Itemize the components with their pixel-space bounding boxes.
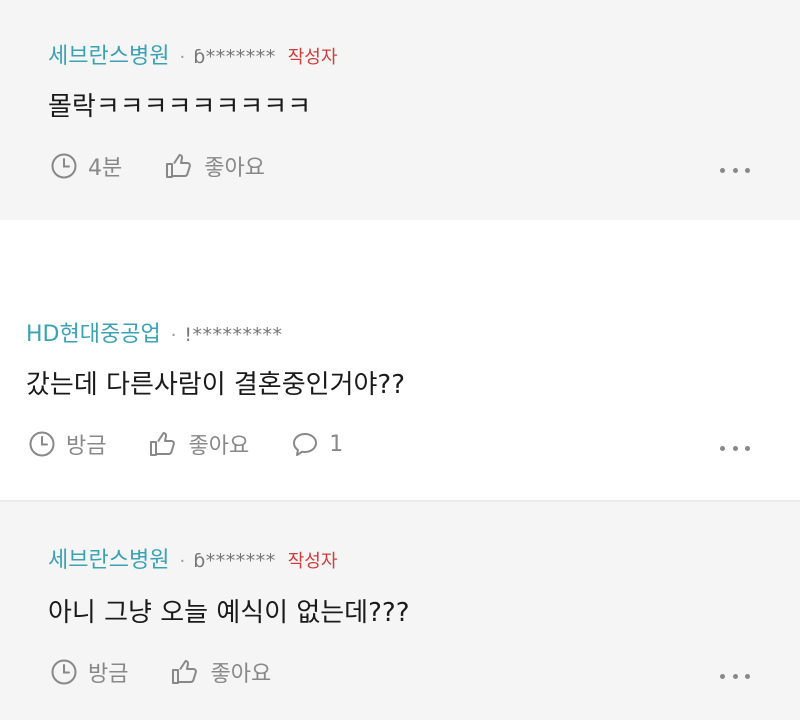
reply-count: 1 [329, 431, 344, 457]
like-label: 좋아요 [204, 156, 265, 181]
masked-username: !********* [184, 324, 283, 346]
more-dot [745, 167, 750, 173]
thumbs-up-icon [150, 432, 176, 456]
company-name[interactable]: HD현대중공업 [26, 316, 161, 348]
reply-button[interactable]: 1 [291, 430, 343, 458]
separator-dot: · [179, 551, 186, 572]
clock-icon [51, 659, 77, 685]
comment-actions: 방금 좋아요 1 [28, 428, 385, 460]
more-dots-icon [720, 167, 725, 173]
comment-meta: HD현대중공업 · !********* [26, 316, 283, 348]
timestamp: 방금 [28, 428, 106, 460]
time-label: 4분 [88, 156, 123, 181]
comment-text: 갔는데 다른사람이 결혼중인거야?? [26, 370, 406, 400]
like-button[interactable]: 좋아요 [170, 656, 271, 688]
more-dot [732, 673, 738, 679]
separator-dot: · [170, 325, 177, 346]
like-label: 좋아요 [188, 434, 250, 459]
comment-meta: 세브란스병원 · ɓ******* 작성자 [48, 38, 337, 70]
company-name[interactable]: 세브란스병원 [48, 38, 169, 70]
comment-text: 아니 그냥 오늘 예식이 없는데??? [48, 598, 410, 628]
comment-actions: 4분 좋아요 [50, 150, 307, 182]
thumbs-up-icon [166, 154, 192, 178]
more-options-button[interactable] [720, 666, 750, 686]
reply-comment-1: 세브란스병원 · ɓ******* 작성자 몰락ㅋㅋㅋㅋㅋㅋㅋㅋㅋ 4분 좋아요 [0, 0, 800, 220]
clock-icon [29, 431, 55, 457]
like-button[interactable]: 좋아요 [148, 428, 249, 460]
comment-meta: 세브란스병원 · ɓ******* 작성자 [48, 542, 337, 574]
like-button[interactable]: 좋아요 [164, 150, 265, 182]
more-dot [732, 445, 738, 451]
thumbs-up-icon [172, 660, 198, 684]
comment-actions: 방금 좋아요 [50, 656, 313, 688]
more-dot [732, 167, 738, 173]
reply-comment-3: 세브란스병원 · ɓ******* 작성자 아니 그냥 오늘 예식이 없는데??… [0, 502, 800, 720]
timestamp: 4분 [50, 150, 122, 182]
separator-dot: · [179, 47, 186, 68]
more-dots-icon [720, 445, 725, 451]
author-badge: 작성자 [287, 47, 338, 68]
speech-bubble-icon [293, 433, 318, 456]
more-dot [745, 445, 750, 451]
time-label: 방금 [66, 434, 107, 459]
time-label: 방금 [88, 662, 129, 687]
like-label: 좋아요 [210, 662, 272, 687]
more-dots-icon [720, 673, 725, 679]
timestamp: 방금 [50, 656, 128, 688]
company-name[interactable]: 세브란스병원 [48, 542, 169, 574]
masked-username: ɓ******* [193, 46, 276, 68]
more-options-button[interactable] [720, 160, 750, 180]
author-badge: 작성자 [287, 551, 338, 572]
masked-username: ɓ******* [193, 550, 276, 572]
more-dot [745, 673, 750, 679]
comment-2: HD현대중공업 · !********* 갔는데 다른사람이 결혼중인거야?? … [0, 220, 800, 500]
more-options-button[interactable] [720, 438, 750, 458]
comment-text: 몰락ㅋㅋㅋㅋㅋㅋㅋㅋㅋ [48, 92, 312, 122]
clock-icon [51, 153, 77, 179]
